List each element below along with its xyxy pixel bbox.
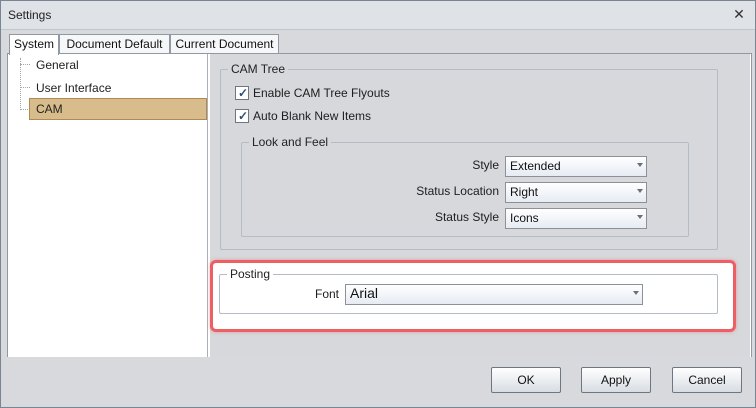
tab-document-default[interactable]: Document Default [59,34,170,54]
settings-tree: General User Interface CAM [8,54,208,357]
style-value: Extended [510,159,561,173]
font-value: Arial [350,285,379,301]
chevron-down-icon [633,291,639,295]
look-and-feel-title: Look and Feel [249,135,332,149]
status-location-value: Right [510,185,539,199]
status-location-label: Status Location [416,184,499,198]
window-title: Settings [8,8,52,22]
tree-item-user-interface[interactable]: User Interface [30,78,117,98]
posting-title: Posting [227,267,274,281]
look-and-feel-group: Look and Feel Style Extended Status Loca… [241,135,689,237]
chevron-down-icon [637,215,643,219]
cancel-button[interactable]: Cancel [672,367,742,393]
status-style-combobox[interactable]: Icons [505,208,647,229]
dialog-footer: OK Apply Cancel [1,357,755,407]
tree-branch [20,64,30,66]
style-label: Style [472,158,499,172]
style-combobox[interactable]: Extended [505,156,647,177]
font-combobox[interactable]: Arial [345,284,643,305]
tree-branch [20,87,30,89]
cam-tree-group: CAM Tree ✓ Enable CAM Tree Flyouts ✓ Aut… [220,62,718,250]
tab-current-document[interactable]: Current Document [170,34,279,54]
settings-window: Settings ✕ System Document Default Curre… [0,0,756,408]
status-style-label: Status Style [434,210,499,224]
enable-cam-tree-flyouts-label: Enable CAM Tree Flyouts [253,86,390,100]
font-label: Font [314,287,339,301]
auto-blank-new-items-label: Auto Blank New Items [253,109,372,123]
check-icon: ✓ [238,86,249,100]
status-style-value: Icons [510,211,539,225]
tree-item-general[interactable]: General [30,55,85,75]
ok-button[interactable]: OK [491,367,561,393]
apply-button[interactable]: Apply [581,367,651,393]
tree-item-cam[interactable]: CAM [29,98,207,120]
chevron-down-icon [637,163,643,167]
cam-tree-title: CAM Tree [228,62,289,76]
tab-system[interactable]: System [9,34,59,55]
posting-highlight: Posting Font Arial [210,260,736,332]
close-icon[interactable]: ✕ [731,6,747,22]
check-icon: ✓ [238,109,249,123]
posting-group: Posting Font Arial [219,267,718,314]
title-bar: Settings ✕ [1,1,755,30]
chevron-down-icon [637,189,643,193]
status-location-combobox[interactable]: Right [505,182,647,203]
